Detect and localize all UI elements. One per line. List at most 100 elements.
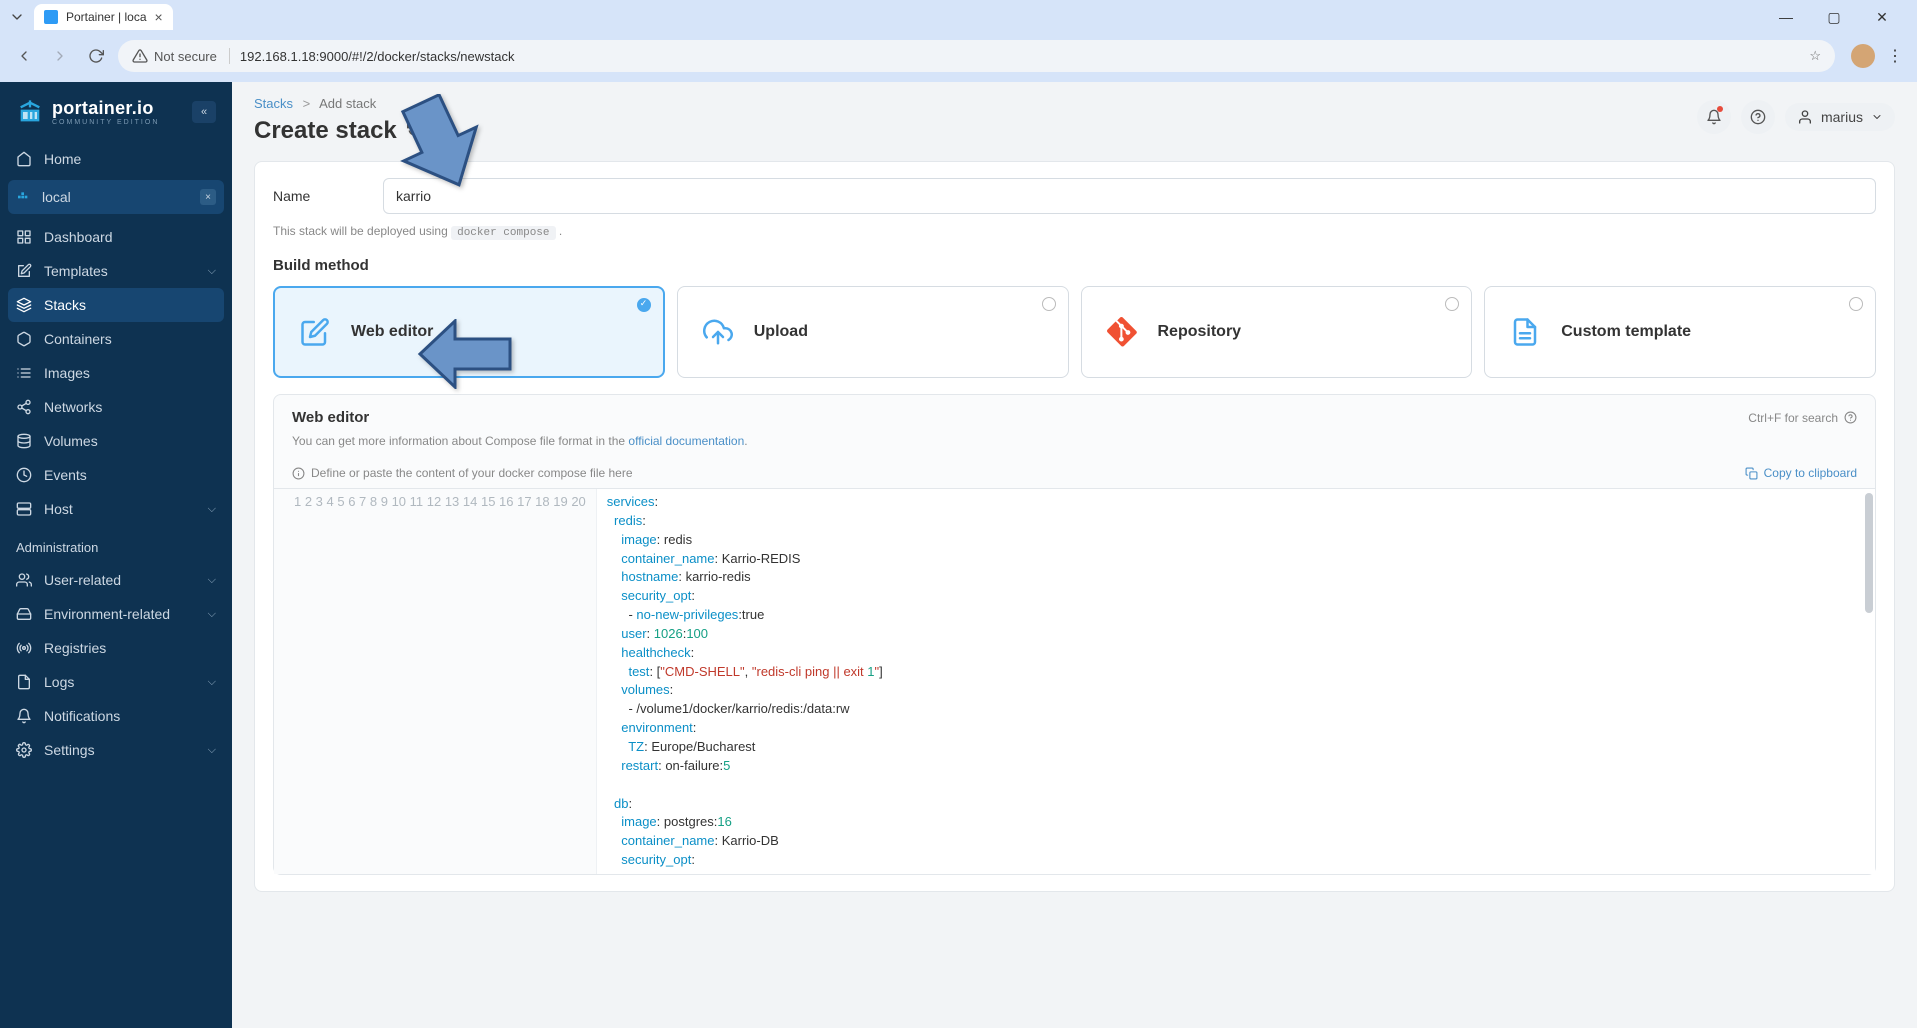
sidebar-item-containers[interactable]: Containers (0, 322, 232, 356)
browser-menu-button[interactable]: ⋮ (1883, 46, 1907, 66)
sidebar-item-images[interactable]: Images (0, 356, 232, 390)
tab-list-dropdown[interactable] (8, 8, 26, 26)
tab-title: Portainer | loca (66, 10, 147, 24)
users-icon (16, 572, 32, 588)
method-title: Custom template (1561, 323, 1691, 341)
method-web-editor[interactable]: Web editor (273, 286, 665, 378)
sidebar-item-networks[interactable]: Networks (0, 390, 232, 424)
radio-icon (1445, 297, 1459, 311)
method-upload[interactable]: Upload (677, 286, 1069, 378)
sidebar-item-label: Registries (44, 640, 106, 656)
sidebar-item-events[interactable]: Events (0, 458, 232, 492)
sidebar-item-user-related[interactable]: User-related ⌵ (0, 563, 232, 597)
forward-button[interactable] (46, 42, 74, 70)
browser-chrome: Portainer | loca × — ▢ ✕ Not secure 192.… (0, 0, 1917, 82)
reload-button[interactable] (82, 42, 110, 70)
name-row: Name (273, 178, 1876, 214)
sidebar-item-home[interactable]: Home (0, 142, 232, 176)
environment-selector[interactable]: local × (8, 180, 224, 214)
editor-toolbar: Define or paste the content of your dock… (274, 454, 1875, 488)
deploy-hint: This stack will be deployed using docker… (273, 224, 1876, 239)
user-name: marius (1821, 109, 1863, 125)
copy-icon (1745, 467, 1758, 480)
breadcrumb-root[interactable]: Stacks (254, 96, 293, 111)
chevron-down-icon: ⌵ (208, 676, 216, 689)
sidebar-item-label: Events (44, 467, 87, 483)
sidebar-item-settings[interactable]: Settings ⌵ (0, 733, 232, 767)
copy-label: Copy to clipboard (1764, 466, 1857, 480)
gear-icon (16, 742, 32, 758)
search-hint-text: Ctrl+F for search (1748, 411, 1838, 425)
server-icon (16, 501, 32, 517)
sidebar-item-host[interactable]: Host ⌵ (0, 492, 232, 526)
sidebar-item-notifications[interactable]: Notifications (0, 699, 232, 733)
logo-row: portainer.io COMMUNITY EDITION « (0, 88, 232, 142)
share-icon (16, 399, 32, 415)
address-bar[interactable]: Not secure 192.168.1.18:9000/#!/2/docker… (118, 40, 1835, 72)
breadcrumb-sep: > (303, 96, 311, 111)
editor-title-row: Web editor Ctrl+F for search (292, 409, 1857, 426)
box-icon (16, 331, 32, 347)
docs-link[interactable]: official documentation (628, 434, 744, 448)
sidebar-item-label: Environment-related (44, 606, 170, 622)
refresh-button[interactable] (407, 121, 423, 142)
profile-avatar[interactable] (1851, 44, 1875, 68)
tab-close-button[interactable]: × (155, 9, 163, 25)
portainer-logo-icon (16, 98, 44, 126)
warning-icon (132, 48, 148, 64)
copy-clipboard-button[interactable]: Copy to clipboard (1745, 466, 1857, 480)
sidebar-item-templates[interactable]: Templates ⌵ (0, 254, 232, 288)
build-method-title: Build method (273, 257, 1876, 274)
sidebar-item-label: Logs (44, 674, 74, 690)
help-button[interactable] (1741, 100, 1775, 134)
stack-name-input[interactable] (383, 178, 1876, 214)
search-hint: Ctrl+F for search (1748, 411, 1857, 425)
back-button[interactable] (10, 42, 38, 70)
sidebar-item-stacks[interactable]: Stacks (8, 288, 224, 322)
sidebar-item-label: Home (44, 151, 81, 167)
top-actions: marius (1697, 100, 1895, 134)
favicon-icon (44, 10, 58, 24)
logo-edition: COMMUNITY EDITION (52, 119, 159, 126)
editor-title: Web editor (292, 409, 369, 426)
minimize-button[interactable]: — (1771, 9, 1801, 26)
sidebar-item-env-related[interactable]: Environment-related ⌵ (0, 597, 232, 631)
build-method-grid: Web editor Upload Reposi (273, 286, 1876, 378)
method-repository[interactable]: Repository (1081, 286, 1473, 378)
notification-dot (1717, 106, 1723, 112)
sidebar-item-dashboard[interactable]: Dashboard (0, 220, 232, 254)
sidebar-item-label: Stacks (44, 297, 86, 313)
user-icon (1797, 109, 1813, 125)
code-content[interactable]: services: redis: image: redis container_… (597, 489, 1875, 874)
radio-selected-icon (637, 298, 651, 312)
user-menu[interactable]: marius (1785, 103, 1895, 131)
code-editor[interactable]: 1 2 3 4 5 6 7 8 9 10 11 12 13 14 15 16 1… (274, 488, 1875, 874)
editor-hint: Define or paste the content of your dock… (311, 466, 633, 480)
method-title: Web editor (351, 323, 433, 341)
browser-tab[interactable]: Portainer | loca × (34, 4, 173, 30)
upload-cloud-icon (698, 312, 738, 352)
hint-pre: This stack will be deployed using (273, 224, 451, 238)
method-custom-template[interactable]: Custom template (1484, 286, 1876, 378)
bookmark-star-icon[interactable]: ☆ (1809, 48, 1821, 64)
radio-icon (1042, 297, 1056, 311)
section-administration: Administration (0, 526, 232, 563)
notifications-button[interactable] (1697, 100, 1731, 134)
maximize-button[interactable]: ▢ (1819, 9, 1849, 26)
environment-name: local (42, 189, 71, 205)
address-row: Not secure 192.168.1.18:9000/#!/2/docker… (0, 34, 1917, 82)
sidebar-collapse-button[interactable]: « (192, 101, 216, 123)
sidebar-item-registries[interactable]: Registries (0, 631, 232, 665)
environment-close-button[interactable]: × (200, 189, 216, 205)
security-badge[interactable]: Not secure (132, 48, 230, 64)
help-icon[interactable] (1844, 411, 1857, 424)
method-title: Upload (754, 323, 808, 341)
breadcrumb-current: Add stack (319, 96, 376, 111)
sidebar-item-logs[interactable]: Logs ⌵ (0, 665, 232, 699)
sidebar-item-volumes[interactable]: Volumes (0, 424, 232, 458)
editor-description: You can get more information about Compo… (292, 434, 1857, 448)
app-root: portainer.io COMMUNITY EDITION « Home lo… (0, 82, 1917, 1028)
close-window-button[interactable]: ✕ (1867, 9, 1897, 26)
page-title: Create stack (254, 117, 1895, 145)
scrollbar-vertical[interactable] (1865, 493, 1873, 613)
